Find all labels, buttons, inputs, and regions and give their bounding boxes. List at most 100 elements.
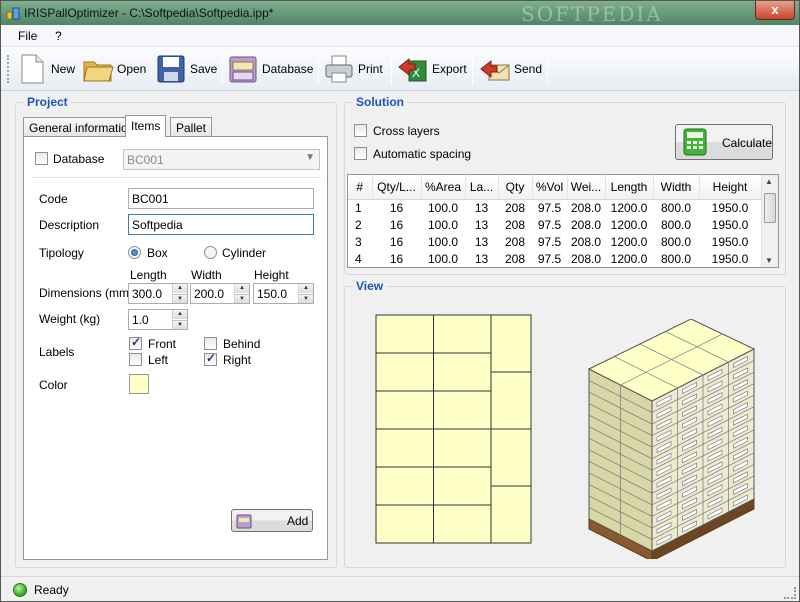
pallet-3d-view [587, 319, 756, 559]
solution-title: Solution [353, 95, 407, 109]
table-cell: 97.5 [537, 234, 562, 249]
table-cell: 208.0 [570, 217, 602, 232]
layout-box [490, 428, 532, 487]
spin-up-icon[interactable]: ▲ [172, 310, 187, 319]
labels-label: Labels [39, 345, 75, 359]
col-area[interactable]: %Area [421, 175, 466, 200]
layout-box [433, 466, 492, 506]
width-stepper[interactable]: 200.0 ▲ ▼ [190, 283, 250, 304]
spin-down-icon[interactable]: ▼ [298, 294, 313, 303]
label-front-text: Front [148, 337, 177, 351]
spin-up-icon[interactable]: ▲ [298, 284, 313, 293]
save-button[interactable]: Save [155, 49, 217, 89]
layout-box [490, 371, 532, 430]
table-cell: 3 [355, 234, 362, 249]
table-cell: 800.0 [660, 217, 692, 232]
menu-file[interactable]: File [18, 29, 37, 43]
scroll-down-icon[interactable]: ▼ [765, 256, 773, 265]
label-left-checkbox[interactable] [129, 353, 142, 366]
cross-layers-label: Cross layers [373, 124, 440, 138]
spin-down-icon[interactable]: ▼ [172, 294, 187, 303]
spin-up-icon[interactable]: ▲ [172, 284, 187, 293]
save-disk-icon [157, 55, 185, 83]
export-label: Export [432, 62, 467, 76]
label-right-checkbox[interactable] [204, 351, 217, 366]
spin-down-icon[interactable]: ▼ [234, 294, 249, 303]
table-cell: 16 [389, 200, 404, 215]
layout-box [433, 352, 492, 392]
table-cell: 1200.0 [610, 217, 648, 232]
layout-box [490, 485, 532, 544]
menu-help[interactable]: ? [55, 29, 62, 43]
open-button[interactable]: Open [82, 49, 146, 89]
toolbar-separator [391, 53, 392, 85]
col-qty-layer[interactable]: Qty/L... [372, 175, 422, 200]
new-button[interactable]: New [16, 49, 75, 89]
table-cell: 4 [355, 251, 362, 266]
table-row[interactable]: 3 16 100.0 13 208 97.5 208.0 1200.0 800.0 1950.0 [348, 233, 761, 250]
toolbar: New Open Save Database Print X Export Se… [1, 47, 799, 91]
toolbar-grip[interactable] [7, 55, 10, 83]
toolbar-separator [318, 53, 319, 85]
table-cell: 1200.0 [610, 234, 648, 249]
table-cell: 13 [474, 234, 489, 249]
weight-stepper[interactable]: 1.0 ▲ ▼ [128, 309, 188, 330]
export-button[interactable]: X Export [397, 49, 467, 89]
col-layers[interactable]: La... [465, 175, 499, 200]
grid-scrollbar[interactable]: ▲ ▼ [761, 175, 778, 267]
tipology-box-radio[interactable] [128, 246, 141, 259]
tab-general-information[interactable]: General information [23, 117, 141, 137]
color-swatch[interactable] [129, 374, 149, 394]
tab-pallet[interactable]: Pallet [170, 117, 213, 137]
col-length[interactable]: Length [605, 175, 654, 200]
table-cell: 208.0 [570, 251, 602, 266]
spin-up-icon[interactable]: ▲ [234, 284, 249, 293]
col-qty[interactable]: Qty [498, 175, 533, 200]
tab-items[interactable]: Items [125, 115, 167, 137]
resize-grip[interactable] [784, 587, 796, 599]
title-bar[interactable]: IRISPallOptimizer - C:\Softpedia\Softped… [1, 1, 799, 26]
height-stepper[interactable]: 150.0 ▲ ▼ [253, 283, 314, 304]
open-folder-icon [83, 61, 114, 82]
col-height[interactable]: Height [699, 175, 762, 200]
col-index[interactable]: # [348, 175, 373, 200]
label-behind-text: Behind [223, 337, 261, 351]
automatic-spacing-checkbox[interactable] [354, 147, 367, 160]
layout-box [375, 390, 434, 430]
table-cell: 13 [474, 200, 489, 215]
col-vol[interactable]: %Vol [532, 175, 568, 200]
database-select-value: BC001 [127, 153, 164, 167]
spin-down-icon[interactable]: ▼ [172, 320, 187, 329]
close-button[interactable]: x [755, 1, 795, 20]
length-stepper[interactable]: 300.0 ▲ ▼ [128, 283, 188, 304]
layout-box [375, 314, 434, 354]
col-weight[interactable]: Wei... [567, 175, 606, 200]
length-value: 300.0 [132, 287, 163, 301]
database-select[interactable]: BC001 ▼ [123, 149, 320, 170]
calculate-button[interactable]: Calculate [675, 124, 773, 160]
grid-header-row: # Qty/L... %Area La... Qty %Vol Wei... L… [348, 175, 762, 200]
send-button[interactable]: Send [479, 49, 542, 89]
tipology-cylinder-radio[interactable] [204, 246, 217, 259]
database-button[interactable]: Database [227, 49, 313, 89]
scroll-thumb[interactable] [764, 193, 776, 223]
label-front-checkbox[interactable] [129, 335, 142, 350]
col-width[interactable]: Width [653, 175, 700, 200]
cross-layers-checkbox[interactable] [354, 124, 367, 137]
label-behind-checkbox[interactable] [204, 337, 217, 350]
toolbar-separator [222, 53, 223, 85]
send-mail-icon [480, 59, 510, 81]
table-row[interactable]: 4 16 100.0 13 208 97.5 208.0 1200.0 800.0 1950.0 [348, 250, 761, 267]
add-button[interactable]: Add [231, 509, 313, 532]
table-row[interactable]: 2 16 100.0 13 208 97.5 208.0 1200.0 800.0 1950.0 [348, 216, 761, 233]
database-checkbox[interactable] [35, 152, 48, 165]
tipology-label: Tipology [39, 246, 84, 260]
print-button[interactable]: Print [323, 49, 383, 89]
window-title: IRISPallOptimizer - C:\Softpedia\Softped… [24, 6, 274, 20]
layout-box [375, 352, 434, 392]
scroll-up-icon[interactable]: ▲ [765, 177, 773, 186]
table-row[interactable]: 1 16 100.0 13 208 97.5 208.0 1200.0 800.0 1950.0 [348, 199, 761, 216]
code-input[interactable]: BC001 [128, 188, 314, 209]
description-input[interactable]: Softpedia [128, 214, 314, 235]
table-cell: 208.0 [570, 234, 602, 249]
